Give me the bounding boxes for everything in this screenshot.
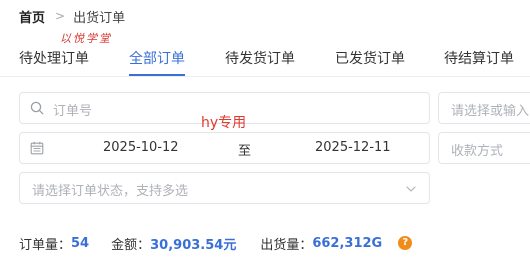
page: 首页 > 出货订单 以悦学堂 待处理订单 全部订单 待发货订单 已发货订单 待结… bbox=[0, 0, 530, 277]
help-icon[interactable]: ? bbox=[398, 236, 413, 250]
tab-all-orders[interactable]: 全部订单 bbox=[129, 48, 185, 68]
order-count-label: 订单量： bbox=[19, 237, 72, 253]
amount-value: 30,903.54元 bbox=[150, 237, 237, 253]
search-icon bbox=[30, 101, 44, 115]
date-range-separator: 至 bbox=[238, 144, 252, 159]
tab-pending[interactable]: 待处理订单 bbox=[19, 48, 89, 68]
payment-method-select[interactable]: 收款方式 bbox=[438, 132, 530, 164]
breadcrumb-home[interactable]: 首页 bbox=[19, 7, 45, 26]
breadcrumb-current: 出货订单 bbox=[73, 10, 126, 26]
order-status-placeholder: 请选择订单状态，支持多选 bbox=[32, 184, 189, 199]
order-tabs: 待处理订单 全部订单 待发货订单 已发货订单 待结算订单 bbox=[0, 48, 530, 74]
tabs-divider bbox=[0, 76, 530, 77]
start-date-input[interactable]: 2025-10-12 bbox=[103, 140, 179, 155]
order-number-placeholder: 订单号 bbox=[53, 104, 93, 119]
hy-overlay-label: hy专用 bbox=[201, 115, 247, 131]
date-range-picker[interactable]: 2025-10-12 至 2025-12-11 bbox=[19, 132, 430, 164]
chevron-down-icon bbox=[406, 186, 416, 192]
end-date-input[interactable]: 2025-12-11 bbox=[315, 140, 391, 155]
shipment-label: 出货量： bbox=[260, 237, 313, 253]
calendar-icon bbox=[30, 141, 44, 155]
select-or-input-placeholder: 请选择或输入 bbox=[451, 104, 530, 119]
order-count-value: 54 bbox=[71, 235, 90, 251]
order-status-select[interactable]: 请选择订单状态，支持多选 bbox=[19, 172, 430, 204]
tab-to-ship[interactable]: 待发货订单 bbox=[225, 48, 295, 68]
watermark-script-text: 以悦学堂 bbox=[60, 32, 112, 45]
tab-to-settle[interactable]: 待结算订单 bbox=[444, 48, 514, 68]
order-summary: 订单量： 54 金额： 30,903.54元 出货量： 662,312G ? bbox=[19, 233, 413, 253]
payment-method-placeholder: 收款方式 bbox=[451, 144, 504, 159]
tab-shipped[interactable]: 已发货订单 bbox=[335, 48, 405, 68]
shipment-value: 662,312G bbox=[312, 235, 383, 251]
amount-label: 金额： bbox=[111, 237, 151, 253]
breadcrumb-separator: > bbox=[55, 9, 66, 23]
breadcrumb: 首页 > 出货订单 bbox=[19, 6, 125, 26]
select-or-input-field[interactable]: 请选择或输入 bbox=[438, 92, 530, 124]
